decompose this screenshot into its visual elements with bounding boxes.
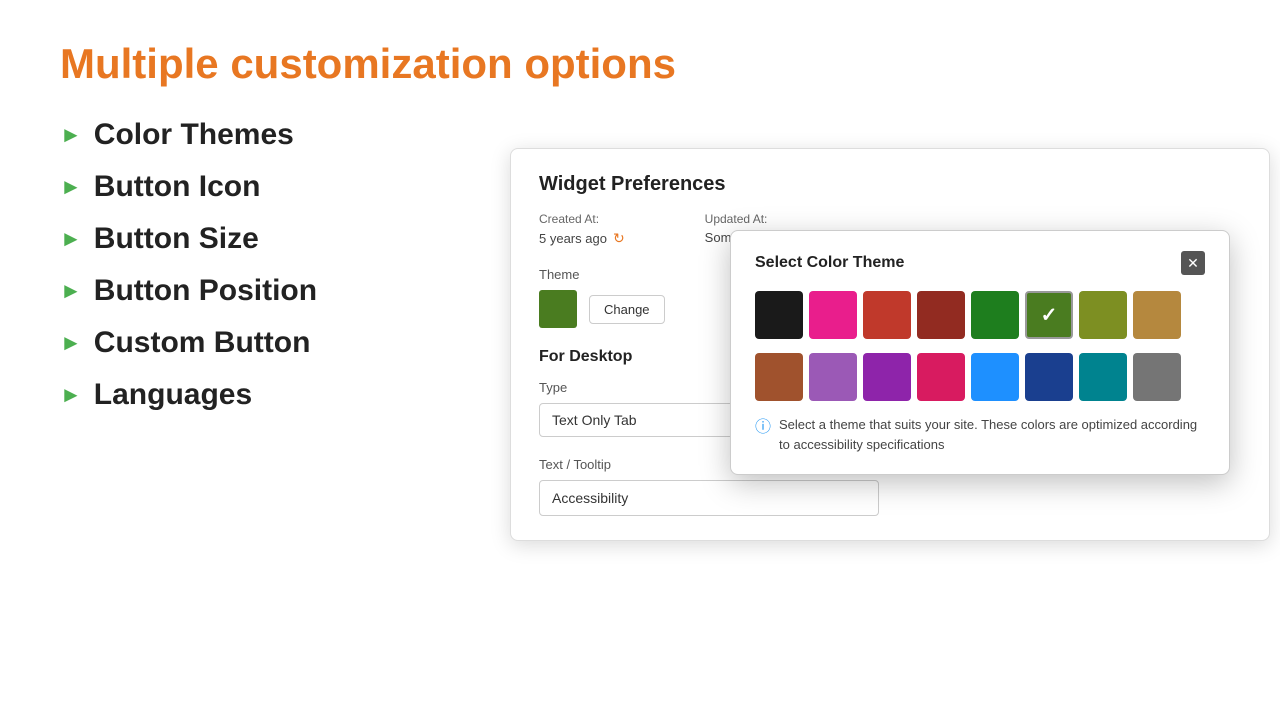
created-value: 5 years ago ↻ [539,230,625,247]
bullet-arrow-icon: ► [60,226,82,252]
widget-title: Widget Preferences [539,173,1241,196]
color-swatch-gray[interactable] [1133,353,1181,401]
color-swatch-tan[interactable] [1133,291,1181,339]
color-grid-row1: ✓ [755,291,1205,339]
type-dropdown[interactable]: Text Only Tab ▼ [539,403,759,437]
bullet-arrow-icon: ► [60,278,82,304]
main-content: Multiple customization options ► Color T… [0,0,1280,470]
color-swatch-dark-blue[interactable] [1025,353,1073,401]
color-swatch-red[interactable] [863,291,911,339]
color-swatch-purple[interactable] [863,353,911,401]
color-swatch-black[interactable] [755,291,803,339]
modal-info-text: Select a theme that suits your site. The… [779,415,1205,454]
color-swatch-dark-red[interactable] [917,291,965,339]
tooltip-input[interactable] [539,480,879,516]
color-swatch-light-purple[interactable] [809,353,857,401]
color-swatch-olive-green[interactable]: ✓ [1025,291,1073,339]
modal-header: Select Color Theme ✕ [755,251,1205,275]
bullet-arrow-icon: ► [60,174,82,200]
bullet-arrow-icon: ► [60,330,82,356]
page-title: Multiple customization options [60,40,1220,88]
color-swatch-teal[interactable] [1079,353,1127,401]
list-item-color-themes: ► Color Themes [60,118,1220,152]
color-grid-row2 [755,353,1205,401]
theme-color-preview [539,290,577,328]
color-swatch-hot-pink[interactable] [917,353,965,401]
info-icon: ⓘ [755,416,771,440]
color-swatch-pink[interactable] [809,291,857,339]
color-swatch-dark-green[interactable] [971,291,1019,339]
bullet-arrow-icon: ► [60,122,82,148]
color-swatch-light-blue[interactable] [971,353,1019,401]
bullet-arrow-icon: ► [60,382,82,408]
updated-label: Updated At: [705,212,798,226]
refresh-icon[interactable]: ↻ [613,230,625,247]
created-label: Created At: [539,212,625,226]
change-theme-button[interactable]: Change [589,295,665,324]
color-swatch-brown[interactable] [755,353,803,401]
close-modal-button[interactable]: ✕ [1181,251,1205,275]
modal-title: Select Color Theme [755,254,904,272]
created-at-section: Created At: 5 years ago ↻ [539,212,625,247]
modal-info: ⓘ Select a theme that suits your site. T… [755,415,1205,454]
color-swatch-yellow-green[interactable] [1079,291,1127,339]
color-theme-modal: Select Color Theme ✕ ✓ ⓘ Select a theme … [730,230,1230,475]
